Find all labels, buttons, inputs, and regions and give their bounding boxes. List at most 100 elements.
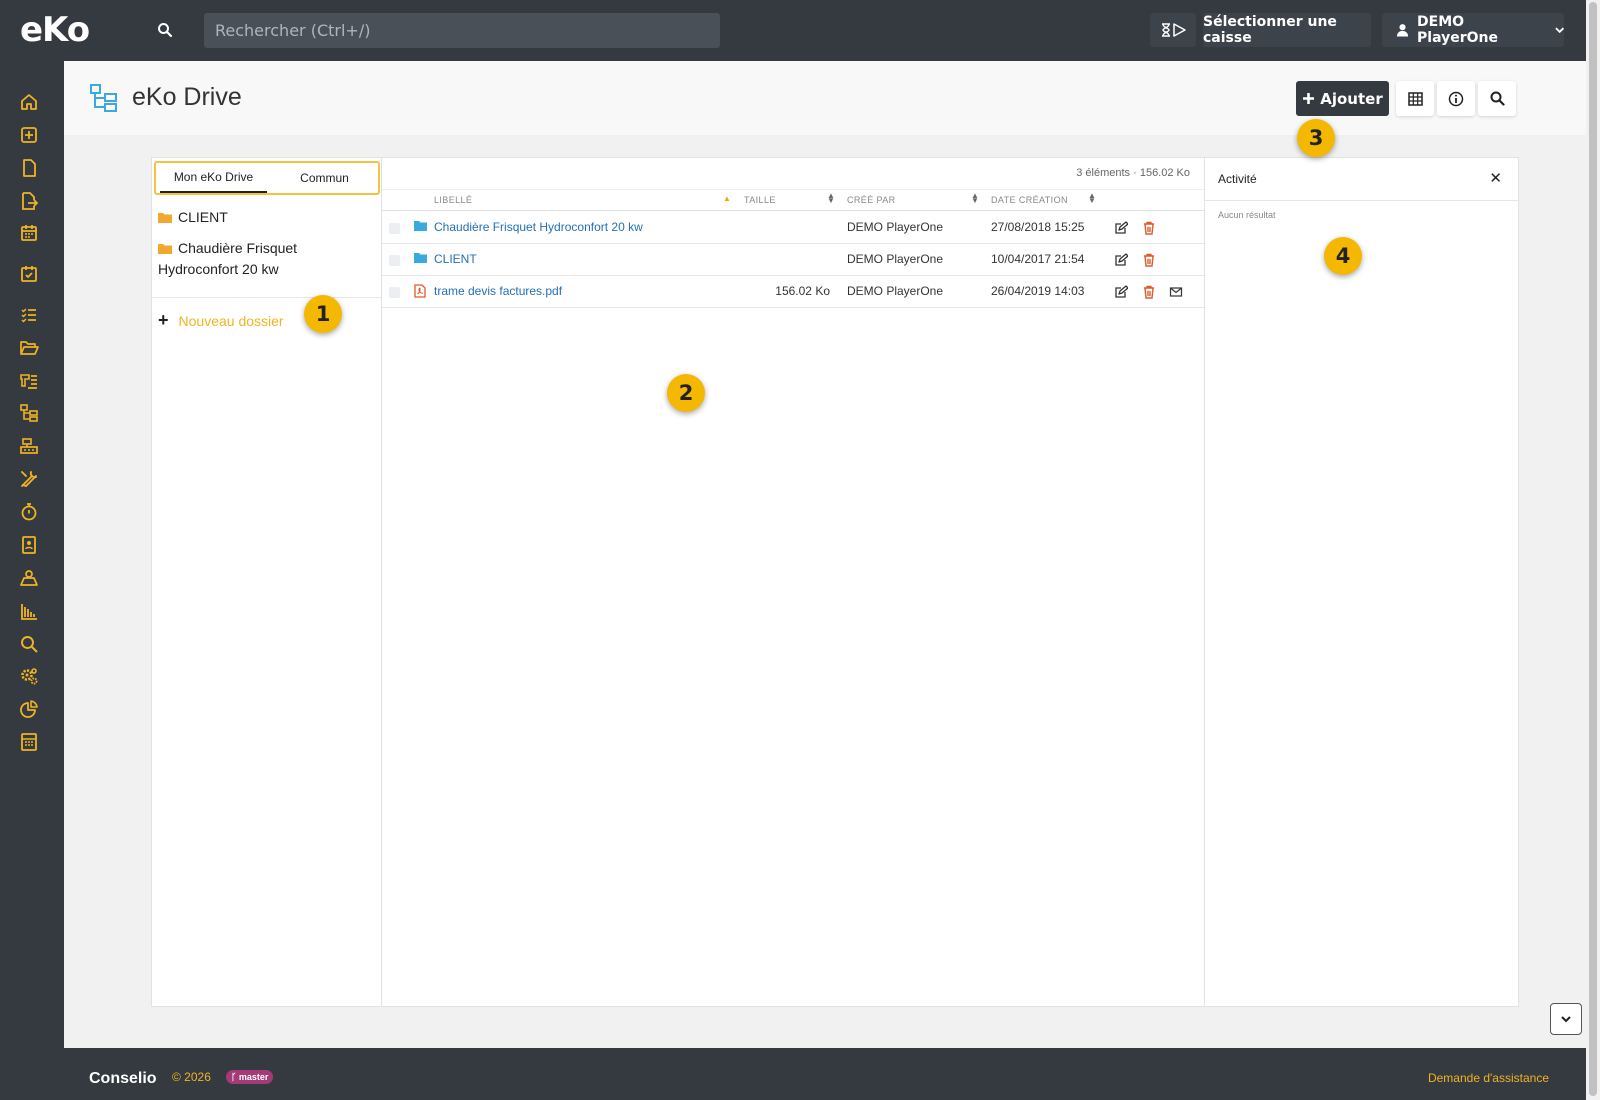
row-checkbox[interactable] <box>389 287 400 298</box>
page-header: eKo Drive Ajouter <box>64 61 1586 135</box>
delete-icon[interactable] <box>1142 253 1156 267</box>
settings-gears-icon[interactable] <box>19 666 39 686</box>
tree-folder-chaudiere[interactable]: Chaudière Frisquet Hydroconfort 20 kw <box>158 238 297 280</box>
chevron-down-icon <box>1554 27 1564 34</box>
scrollbar-thumb[interactable] <box>1589 2 1597 1096</box>
footer-brand[interactable]: Conselio <box>89 1070 157 1088</box>
tab-my-drive[interactable]: Mon eKo Drive <box>160 163 267 193</box>
sort-icon[interactable]: ▲ ▼ <box>971 192 979 205</box>
table-row[interactable]: trame devis factures.pdf 156.02 Ko DEMO … <box>382 276 1204 308</box>
timer-play-button[interactable] <box>1150 13 1196 47</box>
edit-icon[interactable] <box>1114 221 1128 235</box>
main-content: eKo Drive Ajouter Mon eKo Drive Commun C… <box>64 61 1586 1048</box>
folder-icon <box>414 253 427 263</box>
tools-list-icon[interactable] <box>19 371 39 391</box>
callout-badge-2: 2 <box>667 374 705 412</box>
row-checkbox[interactable] <box>389 223 400 234</box>
file-created-date: 27/08/2018 15:25 <box>991 220 1085 234</box>
callout-badge-1: 1 <box>304 295 342 333</box>
edit-icon[interactable] <box>1114 253 1128 267</box>
callout-badge-4: 4 <box>1324 237 1362 275</box>
files-summary: 3 éléments · 156.02 Ko <box>1076 167 1190 179</box>
file-name-link[interactable]: Chaudière Frisquet Hydroconfort 20 kw <box>434 220 643 234</box>
table-row[interactable]: Chaudière Frisquet Hydroconfort 20 kw DE… <box>382 212 1204 244</box>
stopwatch-icon[interactable] <box>19 502 39 522</box>
branch-name: master <box>238 1072 269 1082</box>
file-size: 156.02 Ko <box>775 284 830 298</box>
hourglass-play-icon <box>1162 23 1186 37</box>
bar-chart-icon[interactable] <box>19 601 39 621</box>
document-icon[interactable] <box>19 158 39 178</box>
tools-icon[interactable] <box>19 469 39 489</box>
column-created-by[interactable]: CRÉÉ PAR <box>847 195 896 205</box>
contact-card-icon[interactable] <box>19 535 39 555</box>
file-name-link[interactable]: CLIENT <box>434 252 477 266</box>
page-scrollbar[interactable] <box>1586 0 1600 1100</box>
table-row[interactable]: CLIENT DEMO PlayerOne 10/04/2017 21:54 <box>382 244 1204 276</box>
user-menu-button[interactable]: DEMO PlayerOne <box>1382 13 1564 47</box>
calendar-icon[interactable] <box>19 223 39 243</box>
calendar-check-icon[interactable] <box>19 264 39 284</box>
column-name[interactable]: LIBELLÉ <box>434 195 472 205</box>
page-title: eKo Drive <box>132 83 242 111</box>
file-created-by: DEMO PlayerOne <box>847 252 944 266</box>
file-created-date: 26/04/2019 14:03 <box>991 284 1085 298</box>
home-icon[interactable] <box>19 92 39 112</box>
search-icon <box>1490 91 1505 106</box>
grid-view-button[interactable] <box>1396 81 1434 116</box>
new-folder-button[interactable]: + Nouveau dossier <box>158 310 284 331</box>
divider <box>152 297 381 298</box>
callout-badge-3: 3 <box>1297 119 1335 157</box>
tasks-list-icon[interactable] <box>19 305 39 325</box>
sort-icon[interactable]: ▲ ▼ <box>827 192 835 205</box>
file-created-by: DEMO PlayerOne <box>847 284 944 298</box>
folder-open-icon[interactable] <box>19 338 39 358</box>
users-network-icon[interactable] <box>19 568 39 588</box>
plus-square-icon[interactable] <box>19 125 39 145</box>
row-checkbox[interactable] <box>389 255 400 266</box>
app-logo[interactable]: eKo <box>20 10 90 50</box>
folder-icon <box>158 213 172 223</box>
scroll-down-button[interactable] <box>1550 1003 1582 1035</box>
add-button[interactable]: Ajouter <box>1296 81 1389 116</box>
document-export-icon[interactable] <box>19 191 39 211</box>
info-button[interactable] <box>1437 81 1475 116</box>
email-icon[interactable] <box>1169 285 1183 299</box>
select-register-button[interactable]: Sélectionner une caisse <box>1203 13 1371 47</box>
support-request-link[interactable]: Demande d'assistance <box>1428 1071 1549 1085</box>
search-icon[interactable] <box>142 13 188 47</box>
global-search-input[interactable] <box>204 13 720 48</box>
calculator-icon[interactable] <box>19 732 39 752</box>
search-files-button[interactable] <box>1478 81 1516 116</box>
column-created-date[interactable]: DATE CRÉATION <box>991 195 1068 205</box>
pdf-file-icon <box>414 284 426 298</box>
delete-icon[interactable] <box>1142 285 1156 299</box>
tree-folder-label: Chaudière Frisquet <box>178 240 298 256</box>
activity-title: Activité <box>1218 172 1257 186</box>
search-nav-icon[interactable] <box>19 634 39 654</box>
file-name-link[interactable]: trame devis factures.pdf <box>434 284 562 298</box>
branch-badge: ᚴ master <box>226 1070 274 1084</box>
column-size[interactable]: TAILLE <box>744 195 776 205</box>
plus-icon <box>1303 93 1315 104</box>
folder-icon <box>158 244 172 254</box>
tab-shared[interactable]: Commun <box>271 163 378 193</box>
drive-panels: Mon eKo Drive Commun CLIENT Chaudière Fr… <box>151 157 1519 1007</box>
sort-asc-icon[interactable]: ▲ <box>723 194 731 203</box>
tree-folder-label-cont: Hydroconfort 20 kw <box>158 261 279 277</box>
drive-tree-icon[interactable] <box>19 403 39 423</box>
delete-icon[interactable] <box>1142 221 1156 235</box>
folder-tree-panel: Mon eKo Drive Commun CLIENT Chaudière Fr… <box>152 158 382 1006</box>
add-button-label: Ajouter <box>1320 89 1383 108</box>
left-navigation <box>0 61 64 1048</box>
table-grid-icon <box>1407 91 1423 106</box>
sort-icon[interactable]: ▲ ▼ <box>1088 192 1096 205</box>
folder-icon <box>414 221 427 231</box>
files-table-header: LIBELLÉ ▲ TAILLE ▲ ▼ CRÉÉ PAR ▲ ▼ DATE CRÉ… <box>382 189 1204 211</box>
close-icon[interactable]: ✕ <box>1489 169 1502 187</box>
drive-tabs: Mon eKo Drive Commun <box>154 161 380 195</box>
pie-chart-icon[interactable] <box>19 699 39 719</box>
cash-register-icon[interactable] <box>19 436 39 456</box>
edit-icon[interactable] <box>1114 285 1128 299</box>
tree-folder-client[interactable]: CLIENT <box>158 207 228 228</box>
